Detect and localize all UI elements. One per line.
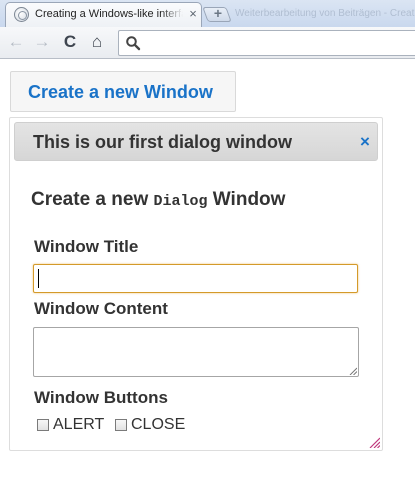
browser-tabstrip: Creating a Windows-like interface with j… — [0, 0, 415, 27]
alert-checkbox[interactable] — [37, 419, 49, 431]
dialog-title: This is our first dialog window — [33, 132, 293, 152]
dialog-heading: Create a new Dialog Window — [31, 189, 351, 215]
globe-icon — [14, 7, 29, 22]
create-window-button[interactable]: Create a new Window — [10, 71, 236, 112]
tab-close-icon[interactable]: × — [186, 7, 200, 21]
window-title-input[interactable] — [33, 264, 358, 293]
tab-title: Creating a Windows-like interface with j… — [35, 8, 183, 20]
text-caret — [38, 269, 39, 288]
home-icon[interactable]: ⌂ — [86, 31, 108, 53]
dialog-titlebar[interactable]: This is our first dialog window × — [14, 122, 378, 161]
address-bar[interactable] — [118, 30, 415, 56]
window-buttons-label: Window Buttons — [34, 388, 168, 407]
dialog-resize-icon[interactable] — [369, 437, 380, 448]
browser-toolbar: ← → C ⌂ — [0, 27, 415, 59]
close-icon[interactable]: × — [357, 133, 373, 151]
textarea-resize-icon[interactable] — [349, 367, 357, 375]
close-checkbox-label[interactable]: CLOSE — [131, 415, 201, 435]
forward-arrow-icon[interactable]: → — [31, 31, 53, 53]
browser-tab[interactable]: Creating a Windows-like interface with j… — [5, 2, 202, 27]
window-content-label: Window Content — [34, 299, 168, 318]
plus-icon[interactable]: + — [211, 5, 225, 21]
dialog-window: This is our first dialog window × Create… — [9, 117, 383, 451]
reload-icon[interactable]: C — [59, 31, 81, 53]
close-checkbox[interactable] — [115, 419, 127, 431]
background-window-text: Weiterbearbeitung von Beiträgen - Creati… — [235, 8, 415, 19]
heading-text-end: Window — [207, 189, 286, 210]
window-content-textarea[interactable] — [33, 327, 359, 377]
alert-checkbox-label[interactable]: ALERT — [53, 415, 113, 435]
back-arrow-icon[interactable]: ← — [5, 31, 27, 53]
heading-code-text: Dialog — [153, 193, 208, 210]
heading-text-start: Create a new — [31, 189, 154, 210]
window-title-label: Window Title — [34, 237, 139, 256]
window-buttons-options: ALERT CLOSE — [37, 414, 237, 436]
search-icon — [126, 36, 141, 51]
